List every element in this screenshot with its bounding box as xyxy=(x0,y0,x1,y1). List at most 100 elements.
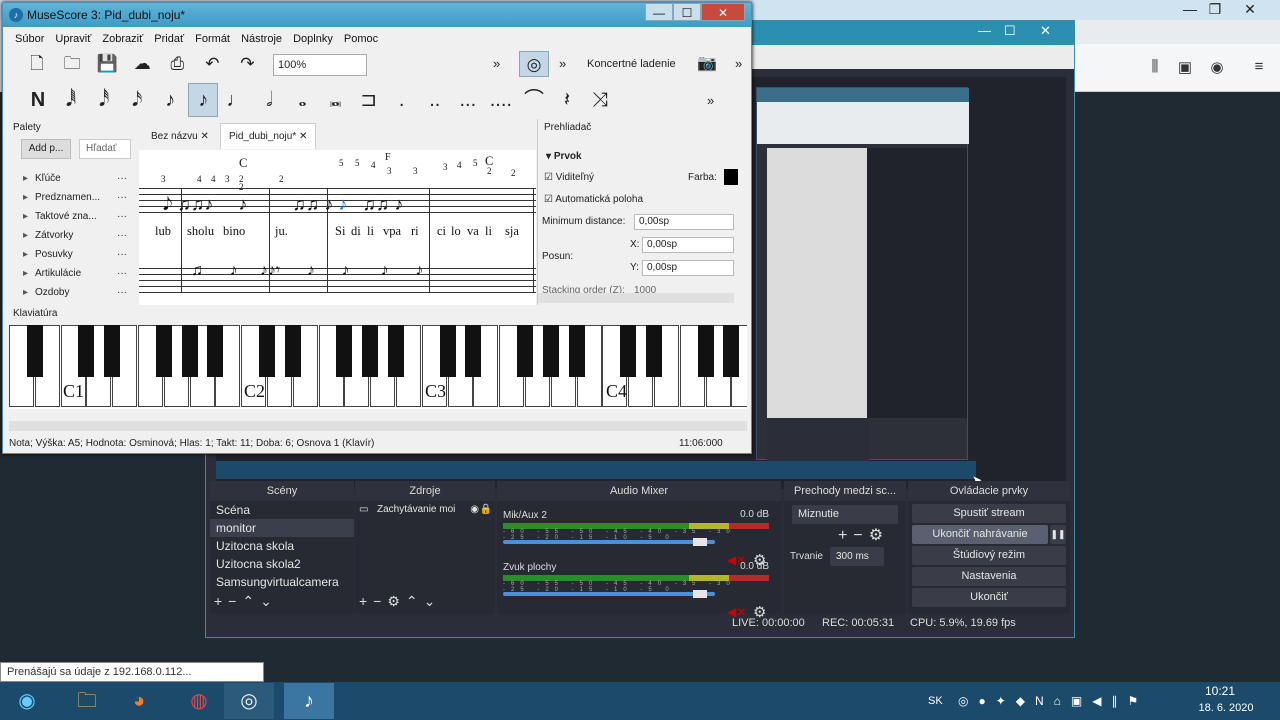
duration-eighth-icon[interactable]: ♪ xyxy=(188,83,219,117)
duration-8th-alt-icon[interactable]: ♪ xyxy=(155,84,185,116)
tab-pid-dubi-noju[interactable]: Pid_dubi_noju* ✕ xyxy=(219,123,317,149)
menu-help[interactable]: Pomoc xyxy=(340,29,382,49)
fingering[interactable]: 3 xyxy=(387,166,392,176)
obs-maximize-button[interactable]: ☐ xyxy=(1004,23,1028,39)
piano-keyboard[interactable]: C1 C2 C3 C4 xyxy=(9,325,747,409)
fingering[interactable]: 5 xyxy=(355,158,360,168)
duration-longa-icon[interactable]: ⊐ xyxy=(354,84,384,116)
piano-black-key[interactable] xyxy=(620,325,637,377)
piano-black-key[interactable] xyxy=(439,325,456,377)
cloud-upload-icon[interactable]: ☁ xyxy=(126,50,158,78)
piano-black-key[interactable] xyxy=(284,325,301,377)
piano-black-key[interactable] xyxy=(362,325,379,377)
visible-checkbox[interactable]: ☑ Viditeľný xyxy=(544,172,594,183)
lyric[interactable]: vpa xyxy=(383,224,401,239)
stop-recording-button[interactable]: Ukončiť nahrávanie xyxy=(912,525,1048,544)
scene-item-selected[interactable]: monitor xyxy=(210,519,354,537)
duration-16th-icon[interactable]: 𝅘𝅥𝅯 xyxy=(122,84,152,116)
save-icon[interactable]: 💾 xyxy=(91,50,123,78)
score-canvas[interactable]: C F C 3 4 4 3 2 2 2 5 5 4 3 3 3 4 5 2 2 … xyxy=(139,150,536,305)
toolbar-more[interactable]: » xyxy=(707,83,714,119)
palette-item[interactable]: Kľúče··· xyxy=(7,169,137,188)
fingering[interactable]: 4 xyxy=(211,174,216,184)
reader-icon[interactable]: ▣ xyxy=(1174,58,1196,76)
duration-whole-icon[interactable]: 𝅝 xyxy=(288,84,318,116)
piano-black-key[interactable] xyxy=(697,325,714,377)
piano-black-key[interactable] xyxy=(26,325,43,377)
lyric[interactable]: lo xyxy=(451,224,461,239)
library-icon[interactable]: ⫼ xyxy=(1144,58,1166,75)
musescore-icon[interactable]: ♪ xyxy=(284,683,334,719)
duration-64th-icon[interactable]: 𝅘𝅥𝅱 xyxy=(56,84,86,116)
scene-controls[interactable]: +−⌃⌄ xyxy=(214,593,278,610)
menu-add[interactable]: Pridať xyxy=(150,29,188,49)
close-icon[interactable]: ✕ xyxy=(299,131,307,142)
concert-pitch-button[interactable]: Koncertné ladenie xyxy=(587,50,676,78)
fingering[interactable]: 4 xyxy=(197,174,202,184)
chord-symbol[interactable]: C xyxy=(239,156,247,171)
studio-mode-button[interactable]: Štúdiový režim xyxy=(912,546,1066,565)
fingering[interactable]: 3 xyxy=(161,174,166,184)
start-orb-icon[interactable]: ◉ xyxy=(2,683,52,719)
volume-slider[interactable] xyxy=(503,538,715,546)
piano-black-key[interactable] xyxy=(542,325,559,377)
language-indicator[interactable]: SK xyxy=(928,682,943,720)
scene-item[interactable]: Uzitocna skola2 xyxy=(210,555,354,573)
tab-untitled[interactable]: Bez názvu ✕ xyxy=(143,124,217,150)
pause-recording-button[interactable]: ❚❚ xyxy=(1050,525,1066,544)
open-folder-icon[interactable]: 🗀 xyxy=(56,50,88,78)
menu-view[interactable]: Zobraziť xyxy=(98,29,147,49)
lyric[interactable]: Si xyxy=(335,224,345,239)
piano-black-key[interactable] xyxy=(723,325,740,377)
piano-black-key[interactable] xyxy=(207,325,224,377)
settings-button[interactable]: Nastavenia xyxy=(912,567,1066,586)
stacking-order-field[interactable]: 1000 xyxy=(634,285,656,293)
min-distance-field[interactable]: 0,00sp xyxy=(634,214,734,230)
obs-minimize-button[interactable]: — xyxy=(978,23,1002,38)
fingering[interactable]: 2 xyxy=(239,182,244,192)
menu-edit[interactable]: Upraviť xyxy=(51,29,95,49)
piano-black-key[interactable] xyxy=(155,325,172,377)
redo-icon[interactable]: ↷ xyxy=(231,50,263,78)
lyric[interactable]: sja xyxy=(505,224,519,239)
double-dot-icon[interactable]: .. xyxy=(420,84,450,116)
playback-icon[interactable]: ◎ xyxy=(519,51,549,77)
tray-icons[interactable]: ◎●✦◆N⌂▣◀∥⚑ xyxy=(958,682,1148,720)
duration-breve-icon[interactable]: 𝅜 xyxy=(321,84,351,116)
transition-controls[interactable]: +−⚙ xyxy=(838,525,889,545)
ms-maximize-button[interactable]: ☐ xyxy=(673,3,701,21)
triple-dot-icon[interactable]: ... xyxy=(453,84,483,116)
tie-icon[interactable]: ⌒ xyxy=(519,84,549,116)
source-item[interactable]: ▭ Zachytávanie moi ◉ 🔒 xyxy=(355,501,495,519)
print-icon[interactable]: ⎙ xyxy=(161,50,193,78)
piano-black-key[interactable] xyxy=(465,325,482,377)
fingering[interactable]: 3 xyxy=(443,162,448,172)
lock-icon[interactable]: 🔒 xyxy=(480,501,492,519)
piano-black-key[interactable] xyxy=(336,325,353,377)
palette-item[interactable]: Posuvky··· xyxy=(7,245,137,264)
offset-y-field[interactable]: 0,00sp xyxy=(642,260,734,276)
piano-black-key[interactable] xyxy=(646,325,662,377)
firefox-icon[interactable]: ◕ xyxy=(114,683,164,719)
lyric[interactable]: ci xyxy=(437,224,446,239)
volume-knob[interactable] xyxy=(693,538,708,546)
clock-time[interactable]: 10:21 xyxy=(1198,684,1242,698)
obs-close-button[interactable]: ✕ xyxy=(1040,23,1064,39)
ms-minimize-button[interactable]: — xyxy=(645,3,673,21)
chord-symbol[interactable]: F xyxy=(385,152,391,163)
keyboard-scrollbar[interactable] xyxy=(9,421,747,431)
start-stream-button[interactable]: Spustiť stream xyxy=(912,504,1066,523)
add-palette-button[interactable]: Add p... xyxy=(21,139,71,159)
duration-input[interactable]: 300 ms xyxy=(830,547,884,566)
transition-select[interactable]: Miznutie xyxy=(792,505,898,524)
menu-format[interactable]: Formát xyxy=(191,29,234,49)
fingering[interactable]: 3 xyxy=(225,174,230,184)
duration-quarter-icon[interactable]: ♩ xyxy=(221,84,251,116)
palette-item[interactable]: Predznamen...··· xyxy=(7,188,137,207)
fingering[interactable]: 4 xyxy=(371,160,376,170)
zoom-select[interactable]: 100% xyxy=(273,54,367,76)
lyric[interactable]: lub xyxy=(155,224,171,239)
lyric[interactable]: sholu xyxy=(187,224,214,239)
obs-icon[interactable]: ◎ xyxy=(224,683,274,719)
piano-black-key[interactable] xyxy=(568,325,585,377)
